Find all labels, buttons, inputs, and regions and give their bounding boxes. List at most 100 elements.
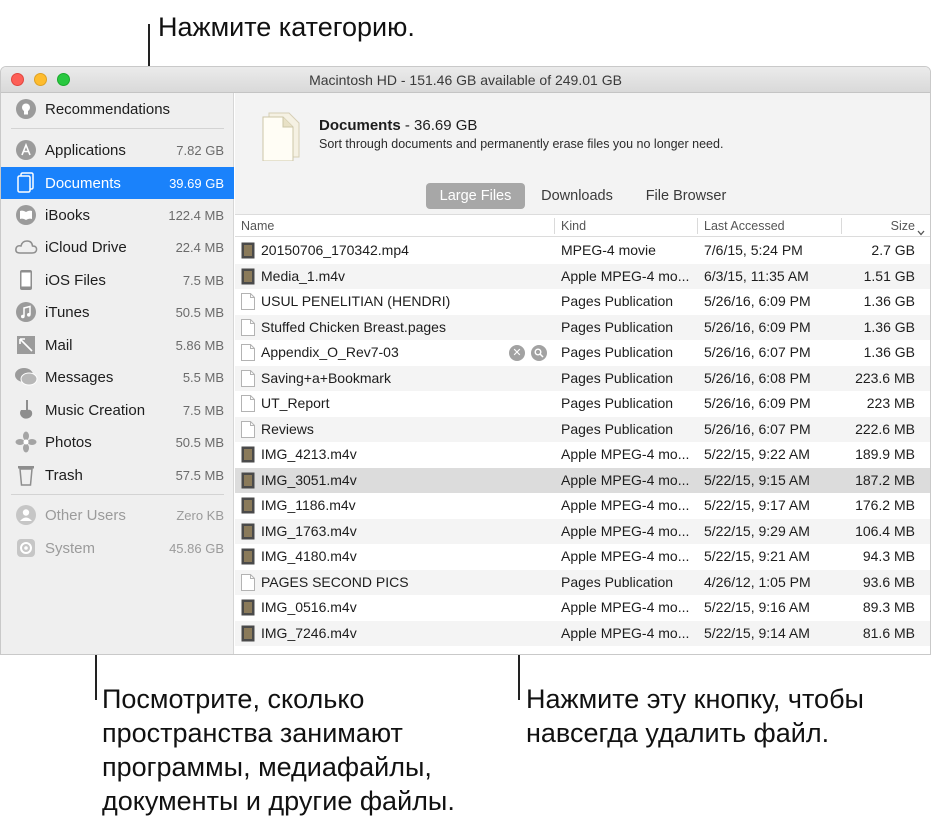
table-row[interactable]: IMG_1186.m4v Apple MPEG-4 mo... 5/22/15, 9… xyxy=(235,493,930,519)
cell-kind: Pages Publication xyxy=(561,573,674,590)
cell-size: 106.4 MB xyxy=(855,522,915,539)
table-row[interactable]: PAGES SECOND PICS Pages Publication 4/26/1… xyxy=(235,569,930,595)
cell-size: 1.51 GB xyxy=(863,267,915,284)
cell-kind: Apple MPEG-4 mo... xyxy=(561,267,690,284)
sidebar-item-size: 122.4 MB xyxy=(168,207,224,223)
cell-file-name: Media_1.m4v xyxy=(261,267,346,284)
table-row[interactable]: UT_Report Pages Publication 5/26/16, 6:09 … xyxy=(235,391,930,417)
sidebar-item-trash[interactable]: Trash 57.5 MB xyxy=(1,459,234,491)
sidebar-item-icloud-drive[interactable]: iCloud Drive 22.4 MB xyxy=(1,231,234,263)
category-heading: Documents - 36.69 GB xyxy=(319,117,477,134)
cell-size: 176.2 MB xyxy=(855,497,915,513)
sidebar-item-size: 50.5 MB xyxy=(175,304,224,320)
tab-large-files[interactable]: Large Files xyxy=(426,183,525,209)
cell-kind: Pages Publication xyxy=(561,369,674,386)
category-size: - 36.69 GB xyxy=(400,117,478,134)
sidebar-item-recommendations[interactable]: Recommendations xyxy=(1,93,234,125)
sidebar-item-other-users[interactable]: Other Users Zero KB xyxy=(1,499,234,531)
sidebar-item-documents[interactable]: Documents 39.69 GB xyxy=(1,167,234,199)
sidebar-item-label: iTunes xyxy=(45,303,90,321)
cell-file-name: Appendix_O_Rev7-03 xyxy=(261,344,399,360)
video-file-icon xyxy=(241,242,255,259)
sidebar-item-photos[interactable]: Photos 50.5 MB xyxy=(1,426,234,458)
column-divider xyxy=(841,218,842,234)
sidebar-item-size: 45.86 GB xyxy=(169,540,224,556)
cell-file-name: Stuffed Chicken Breast.pages xyxy=(261,318,446,335)
cell-size: 89.3 MB xyxy=(862,599,915,615)
table-row[interactable]: IMG_7246.m4v Apple MPEG-4 mo... 5/22/15, 9… xyxy=(235,620,930,646)
cell-kind: Apple MPEG-4 mo... xyxy=(561,497,690,513)
main-panel: Documents - 36.69 GB Sort through docume… xyxy=(235,93,930,654)
documents-folder-icon xyxy=(259,111,303,166)
table-row[interactable]: Saving+a+Bookmark Pages Publication 5/26/1… xyxy=(235,365,930,391)
sidebar-item-mail[interactable]: Mail 5.86 MB xyxy=(1,329,234,361)
sidebar-item-messages[interactable]: Messages 5.5 MB xyxy=(1,361,234,393)
table-row[interactable]: IMG_1763.m4v Apple MPEG-4 mo... 5/22/15, 9… xyxy=(235,518,930,544)
callout-delete-button: Нажмите эту кнопку, чтобы навсегда удали… xyxy=(526,684,864,748)
file-table: Name Kind Last Accessed Size 20150706_17… xyxy=(235,214,930,654)
cell-last-accessed: 6/3/15, 11:35 AM xyxy=(704,267,809,284)
sidebar-item-size: 57.5 MB xyxy=(175,467,224,483)
title-bar: Macintosh HD - 151.46 GB available of 24… xyxy=(1,67,930,93)
sidebar-item-ibooks[interactable]: iBooks 122.4 MB xyxy=(1,199,234,231)
cell-size: 81.6 MB xyxy=(862,624,915,641)
cell-file-name: IMG_1763.m4v xyxy=(261,522,357,539)
column-header-size[interactable]: Size xyxy=(887,219,915,233)
sidebar-divider xyxy=(11,128,224,129)
cell-file-name: USUL PENELITIAN (HENDRI) xyxy=(261,293,451,309)
table-row[interactable]: Appendix_O_Rev7-03 Pages Publication 5/26/… xyxy=(235,340,930,366)
pages-file-icon xyxy=(241,293,255,310)
sidebar-item-label: Other Users xyxy=(45,506,126,524)
gear-icon xyxy=(14,536,38,560)
tab-file-browser[interactable]: File Browser xyxy=(631,183,741,209)
guitar-icon xyxy=(14,398,38,422)
pages-file-icon xyxy=(241,318,255,336)
table-row[interactable]: USUL PENELITIAN (HENDRI) Pages Publicatio… xyxy=(235,289,930,315)
column-header-last-accessed[interactable]: Last Accessed xyxy=(704,219,785,233)
sidebar-item-system[interactable]: System 45.86 GB xyxy=(1,532,234,564)
table-row[interactable]: 20150706_170342.mp4 MPEG-4 movie 7/6/15, 5… xyxy=(235,238,930,264)
table-row[interactable]: IMG_3051.m4v Apple MPEG-4 mo... 5/22/15, 9… xyxy=(235,467,930,493)
sidebar-item-label: Messages xyxy=(45,368,114,386)
sidebar-item-ios-files[interactable]: iOS Files 7.5 MB xyxy=(1,264,234,296)
table-row[interactable]: Reviews Pages Publication 5/26/16, 6:07 PM… xyxy=(235,416,930,442)
column-header-kind[interactable]: Kind xyxy=(561,219,586,233)
flower-icon xyxy=(14,430,38,454)
callout-click-category: Нажмите категорию. xyxy=(158,12,415,42)
cell-last-accessed: 5/22/15, 9:15 AM xyxy=(704,471,810,488)
document-icon xyxy=(14,171,38,195)
cell-last-accessed: 5/22/15, 9:21 AM xyxy=(704,548,810,564)
table-row[interactable]: IMG_4213.m4v Apple MPEG-4 mo... 5/22/15, 9… xyxy=(235,442,930,468)
delete-file-button[interactable]: ✕ xyxy=(509,345,525,361)
table-row[interactable]: IMG_0516.m4v Apple MPEG-4 mo... 5/22/15, 9… xyxy=(235,595,930,621)
sidebar-item-itunes[interactable]: iTunes 50.5 MB xyxy=(1,296,234,328)
cell-size: 223 MB xyxy=(866,395,915,411)
sidebar-item-music-creation[interactable]: Music Creation 7.5 MB xyxy=(1,394,234,426)
video-file-icon xyxy=(241,268,255,285)
pages-file-icon xyxy=(241,573,255,591)
cell-size: 223.6 MB xyxy=(855,369,915,386)
cell-file-name: IMG_4213.m4v xyxy=(261,446,357,462)
cell-file-name: IMG_0516.m4v xyxy=(261,599,357,615)
sidebar-item-size: 5.5 MB xyxy=(182,369,224,385)
cell-kind: Apple MPEG-4 mo... xyxy=(561,624,690,641)
cell-last-accessed: 5/26/16, 6:09 PM xyxy=(704,318,811,335)
video-file-icon xyxy=(241,548,255,565)
table-row[interactable]: Media_1.m4v Apple MPEG-4 mo... 6/3/15, 11:… xyxy=(235,263,930,289)
table-row[interactable]: IMG_4180.m4v Apple MPEG-4 mo... 5/22/15, 9… xyxy=(235,544,930,570)
show-in-finder-button[interactable] xyxy=(531,345,547,361)
cell-file-name: IMG_4180.m4v xyxy=(261,548,357,564)
sidebar-item-label: Music Creation xyxy=(45,401,146,419)
sidebar-item-label: Documents xyxy=(45,174,121,192)
sidebar-item-applications[interactable]: Applications 7.82 GB xyxy=(1,134,234,166)
table-row[interactable]: Stuffed Chicken Breast.pages Pages Public… xyxy=(235,314,930,340)
callout-space-usage: Посмотрите, сколько пространства занимаю… xyxy=(102,684,455,816)
sidebar-item-size: 22.4 MB xyxy=(175,239,224,255)
cloud-icon xyxy=(14,235,38,259)
tab-downloads[interactable]: Downloads xyxy=(531,183,623,209)
category-title: Documents xyxy=(319,117,401,134)
cell-kind: Apple MPEG-4 mo... xyxy=(561,522,690,539)
column-header-name[interactable]: Name xyxy=(241,219,274,233)
cell-last-accessed: 5/22/15, 9:17 AM xyxy=(704,497,810,513)
sidebar-item-size: 5.86 MB xyxy=(175,337,224,353)
